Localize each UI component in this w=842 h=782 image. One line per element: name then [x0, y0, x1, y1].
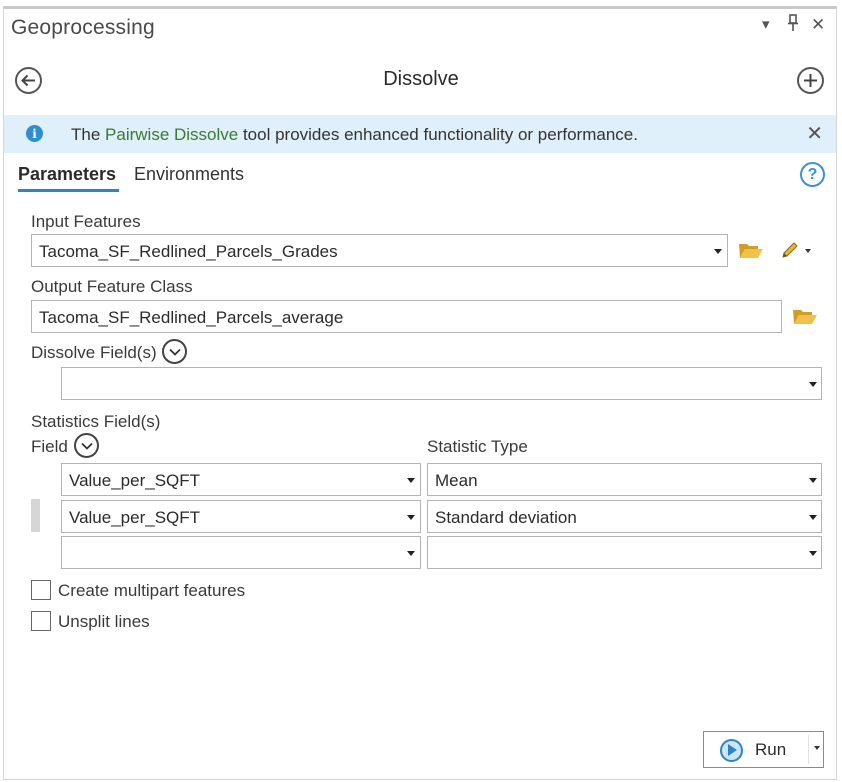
chevron-down-icon [714, 249, 722, 254]
unsplit-lines-checkbox[interactable] [31, 611, 51, 631]
chevron-down-icon [809, 551, 817, 556]
tool-title: Dissolve [383, 68, 459, 90]
run-options-dropdown-icon[interactable] [814, 746, 820, 750]
unsplit-lines-label: Unsplit lines [58, 612, 150, 631]
chevron-down-icon [809, 478, 817, 483]
pane-menu-icon[interactable]: ▾ [762, 15, 770, 33]
folder-icon[interactable] [792, 306, 818, 331]
create-multipart-checkbox[interactable] [31, 580, 51, 600]
input-features-value: Tacoma_SF_Redlined_Parcels_Grades [39, 242, 338, 261]
pencil-icon[interactable] [780, 240, 800, 265]
statistics-field-dropdown[interactable]: Value_per_SQFT [61, 463, 421, 496]
chevron-down-icon [407, 478, 415, 483]
help-icon[interactable]: ? [800, 162, 825, 187]
create-multipart-label: Create multipart features [58, 581, 246, 600]
banner-close-icon[interactable]: ✕ [806, 121, 823, 146]
chevron-down-icon [407, 515, 415, 520]
tab-parameters[interactable]: Parameters [18, 164, 116, 185]
statistics-field-dropdown[interactable] [61, 536, 421, 569]
info-icon: i [26, 125, 43, 142]
banner-suffix: tool provides enhanced functionality or … [238, 125, 638, 144]
chevron-down-icon [407, 551, 415, 556]
chevron-down-icon [809, 382, 817, 387]
pin-icon[interactable] [786, 14, 800, 32]
pane-close-icon[interactable]: ✕ [811, 15, 825, 35]
pane-title: Geoprocessing [11, 16, 155, 39]
run-split-divider [808, 735, 809, 764]
info-banner: i The Pairwise Dissolve tool provides en… [4, 115, 836, 153]
statistic-type-dropdown[interactable]: Standard deviation [427, 500, 822, 533]
field-expand-icon[interactable] [74, 433, 99, 458]
statistic-type-dropdown[interactable] [427, 536, 822, 569]
input-features-dropdown[interactable]: Tacoma_SF_Redlined_Parcels_Grades [31, 234, 728, 267]
folder-icon[interactable] [738, 240, 764, 265]
banner-message: The Pairwise Dissolve tool provides enha… [71, 125, 638, 145]
statistic-type-value: Mean [435, 471, 478, 490]
chevron-down-icon [809, 515, 817, 520]
add-icon[interactable] [797, 67, 824, 94]
output-feature-class-input[interactable]: Tacoma_SF_Redlined_Parcels_average [31, 300, 782, 333]
pencil-dropdown-icon[interactable] [805, 249, 811, 253]
statistic-type-column-header: Statistic Type [427, 437, 528, 456]
statistics-field-value: Value_per_SQFT [69, 471, 201, 490]
output-feature-class-value: Tacoma_SF_Redlined_Parcels_average [39, 308, 344, 327]
statistics-fields-label: Statistics Field(s) [31, 412, 161, 431]
active-tab-indicator [18, 189, 119, 192]
dissolve-fields-label: Dissolve Field(s) [31, 343, 157, 362]
output-feature-class-label: Output Feature Class [31, 277, 193, 296]
field-column-header: Field [31, 437, 68, 456]
statistic-type-value: Standard deviation [435, 508, 577, 527]
banner-prefix: The [71, 125, 106, 144]
run-button[interactable]: Run [703, 731, 824, 768]
pairwise-dissolve-link[interactable]: Pairwise Dissolve [105, 125, 238, 144]
statistics-field-dropdown[interactable]: Value_per_SQFT [61, 500, 421, 533]
statistic-type-dropdown[interactable]: Mean [427, 463, 822, 496]
dissolve-field-dropdown[interactable] [61, 367, 822, 400]
statistics-field-value: Value_per_SQFT [69, 508, 201, 527]
dissolve-fields-expand-icon[interactable] [162, 339, 187, 364]
row-drag-handle[interactable] [31, 499, 40, 532]
tab-environments[interactable]: Environments [134, 164, 244, 185]
run-label: Run [755, 740, 787, 759]
play-icon [720, 739, 743, 762]
input-features-label: Input Features [31, 212, 141, 231]
